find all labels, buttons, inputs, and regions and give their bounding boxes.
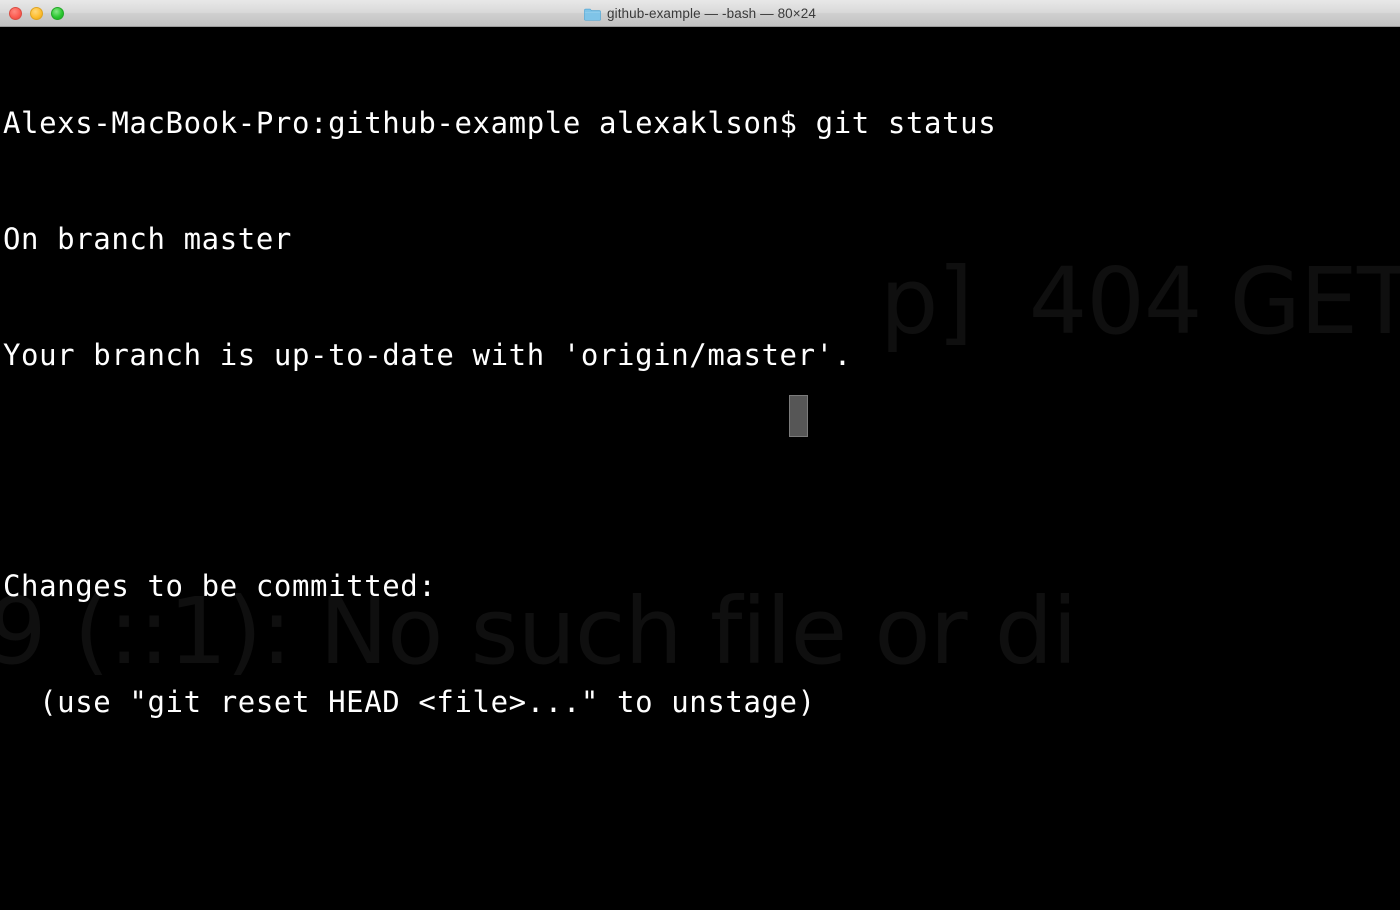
window-title-text: github-example — -bash — 80×24	[607, 5, 816, 21]
terminal-cursor	[789, 395, 808, 437]
terminal-line-hint: (use "git reset HEAD <file>..." to unsta…	[3, 685, 816, 720]
terminal-screen[interactable]: p] 404 GET 9 (::1): No such file or di 8…	[0, 27, 1400, 910]
window-title-group: github-example — -bash — 80×24	[0, 6, 1400, 21]
terminal-text-buffer: Alexs-MacBook-Pro:github-example alexakl…	[0, 27, 996, 910]
close-button[interactable]	[9, 6, 22, 20]
folder-icon	[584, 8, 601, 21]
terminal-line-branch: On branch master	[3, 221, 292, 256]
window-titlebar[interactable]: github-example — -bash — 80×24	[0, 0, 1400, 27]
window-controls	[9, 0, 64, 26]
minimize-button[interactable]	[30, 6, 43, 20]
terminal-line-command: Alexs-MacBook-Pro:github-example alexakl…	[3, 106, 997, 141]
zoom-button[interactable]	[51, 6, 64, 20]
terminal-line-uptodate: Your branch is up-to-date with 'origin/m…	[3, 337, 852, 372]
terminal-line-changes-header: Changes to be committed:	[3, 569, 437, 604]
terminal-window: github-example — -bash — 80×24 p] 404 GE…	[0, 0, 1400, 910]
